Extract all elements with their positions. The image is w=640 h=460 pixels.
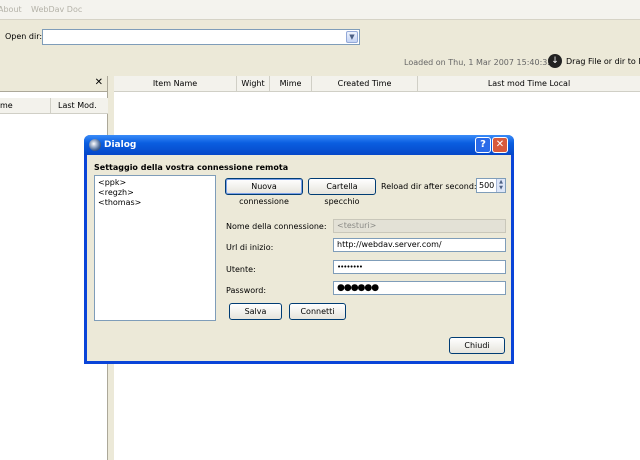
dialog-heading: Settaggio della vostra connessione remot…	[94, 163, 289, 172]
reload-seconds-value: 500	[479, 181, 495, 190]
list-item[interactable]: <regzh>	[98, 188, 134, 197]
connection-name-field: <testuri>	[333, 219, 506, 233]
reload-seconds-spinner[interactable]: 500 ▲ ▼	[476, 178, 506, 193]
spinner-arrows[interactable]: ▲ ▼	[496, 179, 505, 192]
password-label: Password:	[226, 286, 267, 295]
open-dir-label: Open dir:	[5, 32, 43, 41]
chevron-down-icon[interactable]: ▼	[346, 31, 358, 43]
reload-label: Reload dir after second:	[381, 182, 477, 191]
app-icon	[89, 139, 101, 151]
list-item[interactable]: <ppk>	[98, 178, 126, 187]
open-dir-combo[interactable]: ▼	[42, 29, 360, 45]
loaded-status: Loaded on Thu, 1 Mar 2007 15:40:32	[404, 58, 553, 67]
file-table-header: Item Name Wight Mime Created Time Last m…	[114, 76, 640, 92]
close-icon[interactable]: ✕	[95, 77, 103, 88]
dialog-title: Dialog	[104, 140, 137, 150]
save-button[interactable]: Salva	[229, 303, 282, 320]
col-wight[interactable]: Wight	[237, 76, 270, 92]
user-label: Utente:	[226, 265, 256, 274]
help-icon[interactable]: ?	[475, 137, 491, 153]
col-created-time[interactable]: Created Time	[312, 76, 418, 92]
column-divider	[50, 98, 51, 114]
close-button[interactable]: Chiudi	[449, 337, 505, 354]
download-arrow-icon: ↓	[548, 54, 562, 68]
start-url-field[interactable]: http://webdav.server.com/	[333, 238, 506, 252]
left-panel-header: ✕	[0, 76, 107, 92]
left-panel-columns: me Last Mod.	[0, 98, 108, 114]
close-icon[interactable]: ✕	[492, 137, 508, 153]
col-mime[interactable]: Mime	[270, 76, 312, 92]
connection-dialog: Dialog ? ✕ Settaggio della vostra connes…	[84, 135, 514, 364]
col-last-mod-time[interactable]: Last mod Time Local	[418, 76, 640, 92]
menu-bar: About WebDav Doc	[0, 0, 640, 20]
col-last-mod[interactable]: Last Mod.	[58, 101, 97, 110]
dialog-titlebar[interactable]: Dialog ? ✕	[84, 135, 514, 155]
col-item-name[interactable]: Item Name	[114, 76, 237, 92]
connection-name-label: Nome della connessione:	[226, 222, 327, 231]
connect-button[interactable]: Connetti	[289, 303, 346, 320]
list-item[interactable]: <thomas>	[98, 198, 141, 207]
mirror-folder-button[interactable]: Cartella specchio	[308, 178, 376, 206]
start-url-label: Url di inizio:	[226, 243, 274, 252]
menu-about[interactable]: About	[0, 5, 22, 14]
drag-drop-label[interactable]: Drag File or dir to Ma	[566, 57, 640, 66]
user-field[interactable]: ••••••••	[333, 260, 506, 274]
new-connection-button[interactable]: Nuova connessione	[225, 178, 303, 206]
connection-list[interactable]: <ppk> <regzh> <thomas>	[94, 175, 216, 321]
menu-webdav-doc[interactable]: WebDav Doc	[31, 5, 82, 14]
chevron-down-icon[interactable]: ▼	[497, 185, 505, 191]
password-field[interactable]: ●●●●●●	[333, 281, 506, 295]
col-name[interactable]: me	[0, 101, 13, 110]
